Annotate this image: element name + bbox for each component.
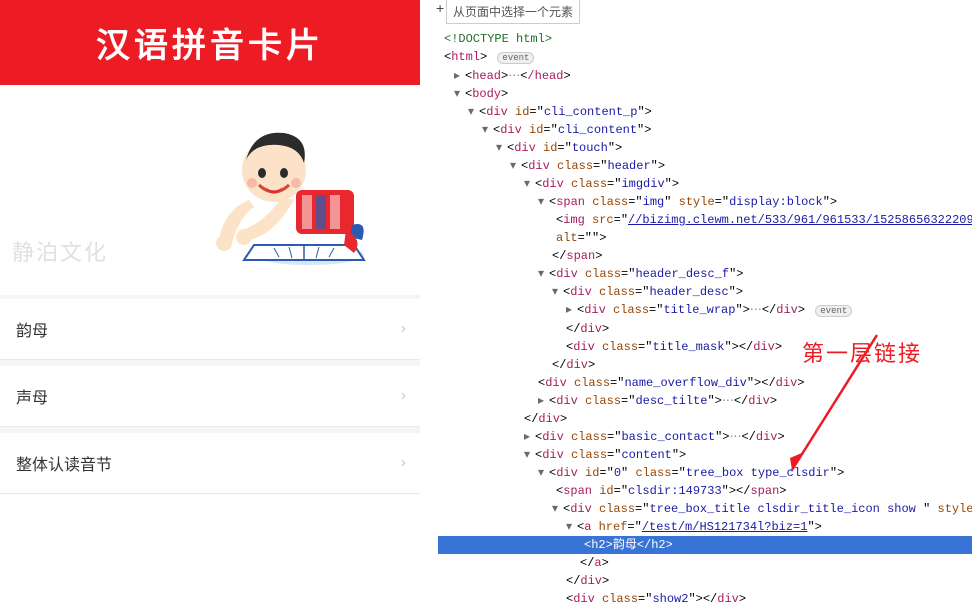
list-item-shengmu[interactable]: 声母 › <box>0 366 420 427</box>
chevron-right-icon: › <box>401 320 406 338</box>
list-item-yunmu[interactable]: 韵母 › <box>0 299 420 360</box>
event-badge[interactable]: event <box>815 305 852 317</box>
list-item-label: 整体认读音节 <box>16 457 112 474</box>
element-picker-icon[interactable]: + <box>432 0 448 16</box>
watermark-text: 静泊文化 <box>12 235 108 267</box>
list-item-label: 声母 <box>16 390 48 407</box>
devtools-elements-panel: + 从页面中选择一个元素 <!DOCTYPE html> <html> even… <box>432 0 972 534</box>
list-item-zhengti[interactable]: 整体认读音节 › <box>0 433 420 494</box>
selected-dom-node[interactable]: <h2>韵母</h2> <box>438 536 972 554</box>
annotation-label: 第一层链接 <box>802 336 922 368</box>
chevron-right-icon: › <box>401 387 406 405</box>
event-badge[interactable]: event <box>497 52 534 64</box>
expand-icon[interactable]: ▸ <box>454 67 465 85</box>
hero-area: 静泊文化 <box>0 85 420 295</box>
chevron-right-icon: › <box>401 454 406 472</box>
dom-tree[interactable]: <!DOCTYPE html> <html> event ▸<head>⋯</h… <box>432 24 972 608</box>
mobile-preview-panel: 汉语拼音卡片 静泊文化 <box>0 0 420 534</box>
collapse-icon[interactable]: ▾ <box>454 85 465 103</box>
list-item-label: 韵母 <box>16 323 48 340</box>
banner: 汉语拼音卡片 <box>0 0 420 85</box>
boy-reading-illustration <box>154 105 374 275</box>
inspect-tooltip: 从页面中选择一个元素 <box>446 0 580 24</box>
pinyin-category-list: 韵母 › 声母 › 整体认读音节 › <box>0 295 420 494</box>
banner-title: 汉语拼音卡片 <box>96 27 324 65</box>
